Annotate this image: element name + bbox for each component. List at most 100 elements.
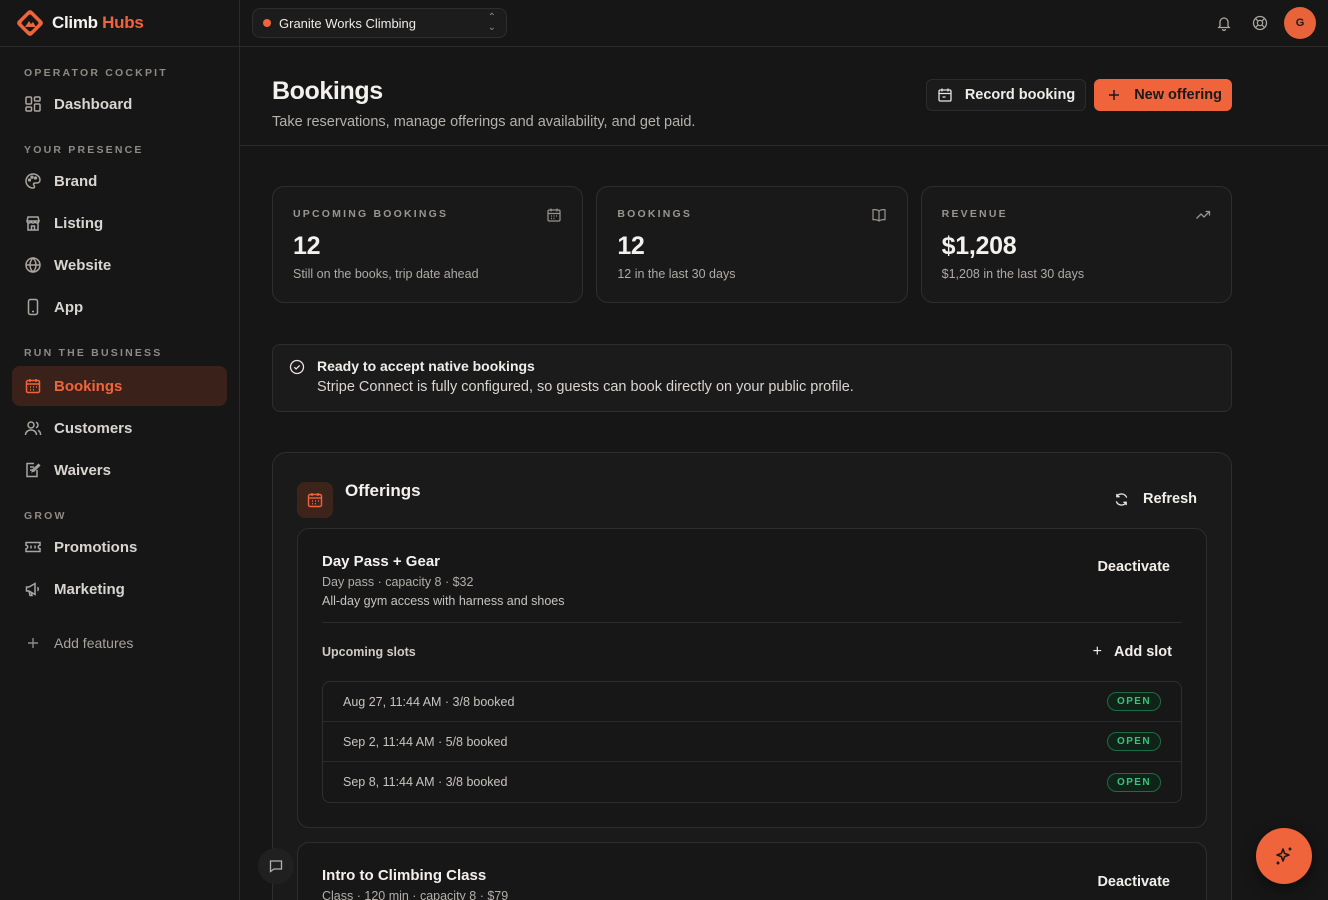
sidebar-item-label: Listing xyxy=(54,214,104,232)
slot-row[interactable]: Sep 2, 11:44 AM · 5/8 booked OPEN xyxy=(323,722,1181,762)
deactivate-button[interactable]: Deactivate xyxy=(1097,559,1170,575)
plus-icon: + xyxy=(1092,643,1102,660)
page-body: UPCOMING BOOKINGS 12 Still on the books,… xyxy=(240,146,1328,900)
trending-up-icon xyxy=(1196,210,1211,219)
status-badge: OPEN xyxy=(1107,772,1161,792)
brand-name-part1: Climb xyxy=(52,13,98,32)
stat-label: BOOKINGS xyxy=(617,208,693,220)
stat-note: Still on the books, trip date ahead xyxy=(293,267,479,281)
notice-body: Stripe Connect is fully configured, so g… xyxy=(317,379,854,395)
slot-text: Sep 8, 11:44 AM · 3/8 booked xyxy=(343,775,508,789)
sidebar-item-label: Marketing xyxy=(54,580,125,598)
main-content: Granite Works Climbing ⌃ ⌄ G Bookings Ta… xyxy=(240,0,1328,900)
ticket-icon xyxy=(25,541,41,553)
sidebar-item-customers[interactable]: Customers xyxy=(12,408,227,448)
plus-icon xyxy=(1109,90,1120,100)
help-icon xyxy=(1252,15,1268,31)
sidebar-nav: OPERATOR COCKPIT Dashboard YOUR PRESENCE… xyxy=(0,47,239,663)
notifications-button[interactable] xyxy=(1208,7,1240,39)
calendar-plus-icon xyxy=(938,88,952,102)
new-offering-label: New offering xyxy=(1134,87,1222,103)
status-badge: OPEN xyxy=(1107,692,1161,711)
slot-row[interactable]: Aug 27, 11:44 AM · 3/8 booked OPEN xyxy=(323,682,1181,722)
mountain-diamond-icon xyxy=(17,10,43,36)
slot-text: Sep 2, 11:44 AM · 5/8 booked xyxy=(343,734,508,749)
offering-name: Day Pass + Gear xyxy=(322,553,441,570)
add-features-label: Add features xyxy=(54,635,134,651)
record-booking-button[interactable]: Record booking xyxy=(925,79,1087,111)
stat-note: $1,208 in the last 30 days xyxy=(941,267,1085,281)
header-actions: Record booking New offering xyxy=(925,79,1232,111)
calendar-icon xyxy=(547,208,561,222)
section-label-grow: GROW xyxy=(24,510,67,522)
notice-title: Ready to accept native bookings xyxy=(317,358,535,374)
offering-name: Intro to Climbing Class xyxy=(322,867,487,884)
new-offering-button[interactable]: New offering xyxy=(1094,79,1232,111)
slot-text: Aug 27, 11:44 AM · 3/8 booked xyxy=(343,694,515,709)
brand-header[interactable]: Climb Hubs xyxy=(0,0,239,47)
sidebar-item-label: Bookings xyxy=(54,377,123,395)
sidebar-item-brand[interactable]: Brand xyxy=(12,161,227,201)
phone-icon xyxy=(27,298,39,316)
slots-label: Upcoming slots xyxy=(322,645,416,659)
megaphone-icon xyxy=(25,582,39,597)
refresh-icon xyxy=(1115,492,1128,506)
sidebar-item-website[interactable]: Website xyxy=(12,245,227,285)
users-icon xyxy=(24,421,42,436)
sidebar-item-dashboard[interactable]: Dashboard xyxy=(12,84,227,124)
stat-value: $1,208 xyxy=(941,232,1017,260)
status-badge: OPEN xyxy=(1107,732,1161,751)
section-label-your-presence: YOUR PRESENCE xyxy=(24,144,144,156)
refresh-button[interactable]: Refresh xyxy=(1114,491,1207,507)
topbar-actions: G xyxy=(1204,7,1316,39)
chat-button[interactable] xyxy=(258,848,294,884)
book-icon xyxy=(872,209,886,222)
offering-meta: Class · 120 min · capacity 8 · $79 xyxy=(322,889,509,900)
waiver-icon xyxy=(26,462,41,478)
offerings-panel: Offerings Refresh Day Pass + Gear Day pa… xyxy=(272,452,1232,900)
sidebar-item-bookings[interactable]: Bookings xyxy=(12,366,227,406)
sidebar-item-promotions[interactable]: Promotions xyxy=(12,527,227,567)
offerings-header: Offerings Refresh xyxy=(297,478,1207,518)
offering-card-day-pass: Day Pass + Gear Day pass · capacity 8 · … xyxy=(297,528,1207,828)
workspace-status-dot xyxy=(263,19,271,27)
section-label-operator-cockpit: OPERATOR COCKPIT xyxy=(24,67,168,79)
help-button[interactable] xyxy=(1244,7,1276,39)
page-header: Bookings Take reservations, manage offer… xyxy=(240,47,1328,146)
slot-row[interactable]: Sep 8, 11:44 AM · 3/8 booked OPEN xyxy=(323,762,1181,802)
offerings-icon-badge xyxy=(297,481,333,518)
store-icon xyxy=(26,216,40,231)
calendar-icon xyxy=(307,492,323,507)
dashboard-icon xyxy=(25,96,41,112)
sidebar-item-label: Waivers xyxy=(54,461,111,479)
deactivate-button[interactable]: Deactivate xyxy=(1097,874,1170,890)
add-features-button[interactable]: Add features xyxy=(12,623,227,663)
add-slot-button[interactable]: + Add slot xyxy=(1093,643,1182,661)
sidebar-item-label: Brand xyxy=(54,172,98,190)
topbar: Granite Works Climbing ⌃ ⌄ G xyxy=(240,0,1328,47)
sidebar-item-app[interactable]: App xyxy=(12,287,227,327)
sidebar-item-label: Dashboard xyxy=(54,95,133,113)
sidebar-item-label: App xyxy=(54,298,84,316)
sidebar-item-label: Customers xyxy=(54,419,133,437)
brand-name-part2: Hubs xyxy=(102,13,144,32)
palette-icon xyxy=(25,173,41,189)
sidebar-item-label: Website xyxy=(54,256,112,274)
avatar[interactable]: G xyxy=(1284,7,1316,39)
sparkles-icon xyxy=(1276,847,1292,865)
stat-value: 12 xyxy=(617,232,645,260)
offering-meta: Day pass · capacity 8 · $32 xyxy=(322,575,474,589)
chevron-up-down-icon: ⌃ ⌄ xyxy=(487,12,496,33)
sidebar-item-marketing[interactable]: Marketing xyxy=(12,569,227,609)
stat-card-bookings: BOOKINGS 12 12 in the last 30 days xyxy=(596,186,908,303)
stat-label: REVENUE xyxy=(941,208,1008,220)
ai-assistant-button[interactable] xyxy=(1256,828,1312,884)
sidebar-item-label: Promotions xyxy=(54,538,138,556)
sidebar-item-waivers[interactable]: Waivers xyxy=(12,450,227,490)
workspace-switcher[interactable]: Granite Works Climbing ⌃ ⌄ xyxy=(252,8,507,38)
stat-card-revenue: REVENUE $1,208 $1,208 in the last 30 day… xyxy=(920,186,1232,303)
refresh-label: Refresh xyxy=(1143,491,1197,507)
offering-card-intro-class: Intro to Climbing Class Class · 120 min … xyxy=(297,842,1207,900)
chat-icon xyxy=(269,860,283,873)
sidebar-item-listing[interactable]: Listing xyxy=(12,203,227,243)
